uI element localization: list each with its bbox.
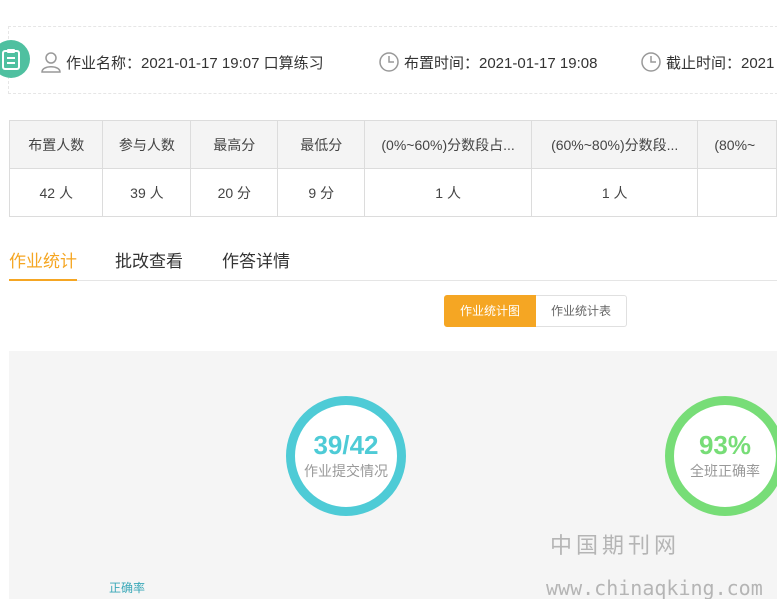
col-header: 布置人数 xyxy=(8,120,104,169)
tab-grading-view[interactable]: 批改查看 xyxy=(115,250,183,281)
stats-table-button[interactable]: 作业统计表 xyxy=(536,295,627,327)
submission-value: 39/42 xyxy=(313,430,379,460)
accuracy-axis-label: 正确率 xyxy=(109,581,146,595)
table-cell: 1 人 xyxy=(530,168,699,217)
table-cell: 20 分 xyxy=(190,168,279,217)
col-header: (60%~80%)分数段... xyxy=(530,120,699,169)
stats-table: 布置人数 参与人数 最高分 最低分 (0%~60%)分数段占... (60%~8… xyxy=(8,120,777,217)
watermark-title: 中国期刊网 xyxy=(550,534,681,559)
table-row: 42 人 39 人 20 分 9 分 1 人 1 人 xyxy=(8,168,777,217)
table-cell xyxy=(697,168,777,217)
tab-homework-stats[interactable]: 作业统计 xyxy=(9,250,77,281)
col-header: 最高分 xyxy=(190,120,279,169)
table-cell: 1 人 xyxy=(364,168,532,217)
view-toggle: 作业统计图 作业统计表 xyxy=(444,295,627,327)
stats-table-wrapper: 布置人数 参与人数 最高分 最低分 (0%~60%)分数段占... (60%~8… xyxy=(0,0,777,240)
table-cell: 39 人 xyxy=(102,168,192,217)
col-header: (80%~ xyxy=(697,120,777,169)
watermark-url: www.chinaqking.com xyxy=(546,576,763,599)
submission-label: 作业提交情况 xyxy=(304,463,388,479)
stats-chart-button[interactable]: 作业统计图 xyxy=(444,295,536,327)
tab-bar: 作业统计 批改查看 作答详情 xyxy=(9,250,777,281)
stats-chart-panel: 39/42 作业提交情况 93% 全班正确率 正确率 xyxy=(9,351,777,599)
col-header: (0%~60%)分数段占... xyxy=(364,120,532,169)
accuracy-ring: 93% 全班正确率 xyxy=(665,396,777,516)
col-header: 最低分 xyxy=(277,120,366,169)
table-cell: 9 分 xyxy=(277,168,366,217)
accuracy-value: 93% xyxy=(698,430,752,460)
tab-answer-details[interactable]: 作答详情 xyxy=(222,250,290,281)
table-cell: 42 人 xyxy=(8,168,104,217)
col-header: 参与人数 xyxy=(102,120,192,169)
submission-ring: 39/42 作业提交情况 xyxy=(286,396,406,516)
accuracy-label: 全班正确率 xyxy=(690,463,760,479)
homework-stats-page: 作业名称：2021-01-17 19:07 口算练习 布置时间：2021-01-… xyxy=(0,0,777,599)
table-header-row: 布置人数 参与人数 最高分 最低分 (0%~60%)分数段占... (60%~8… xyxy=(8,120,777,169)
